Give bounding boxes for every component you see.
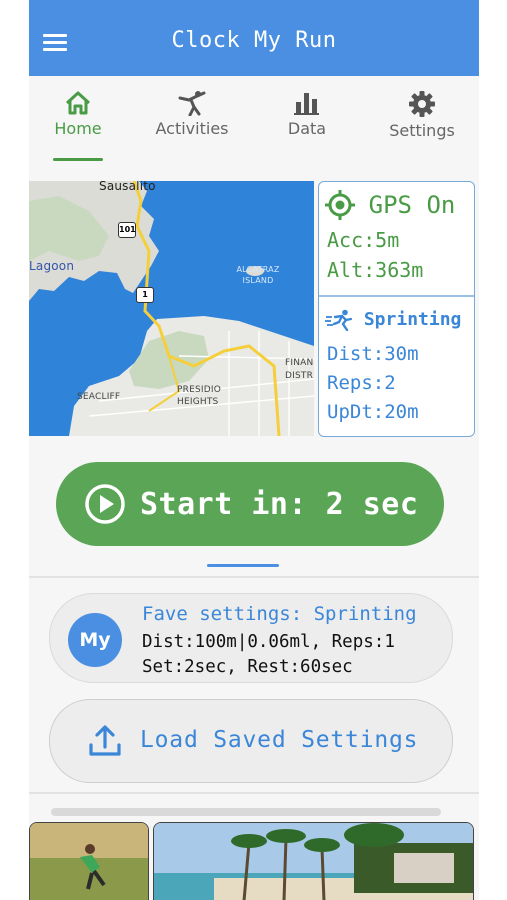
map-label-alcatraz: ALCATRAZ ISLAND	[236, 265, 280, 285]
activity-mode-label: Sprinting	[363, 309, 462, 330]
gps-altitude: Alt:363m	[327, 258, 424, 282]
activities-icon	[178, 91, 206, 116]
activity-mode-row: Sprinting	[325, 309, 462, 332]
photo-thumbnail-runner[interactable]	[29, 822, 149, 900]
avatar: My	[68, 613, 122, 667]
load-saved-settings-button[interactable]: Load Saved Settings	[49, 699, 453, 783]
activity-distance: Dist:30m	[327, 343, 419, 365]
fave-details-line1: Dist:100m|0.06ml, Reps:1	[142, 632, 395, 652]
tab-label-home: Home	[54, 119, 102, 138]
gps-target-icon	[325, 190, 355, 220]
fave-title: Fave settings: Sprinting	[142, 603, 417, 625]
map-graphic	[29, 181, 314, 436]
gps-accuracy: Acc:5m	[327, 228, 400, 252]
tab-label-activities: Activities	[155, 119, 229, 138]
photo-thumbnail-beach[interactable]	[153, 822, 474, 900]
map-label-financial: FINAN DISTR	[285, 358, 314, 381]
photo-section-heading	[51, 808, 441, 816]
gear-icon	[409, 91, 435, 117]
start-button-label: Start in: 2 sec	[140, 486, 419, 522]
tab-bar: Home Activities Data Settings	[29, 80, 479, 170]
map-view[interactable]: Sausalito Lagoon ALCATRAZ ISLAND PRESIDI…	[29, 181, 314, 436]
section-divider	[29, 576, 479, 578]
tab-data[interactable]: Data	[251, 90, 363, 138]
section-divider-2	[29, 792, 479, 794]
home-icon	[65, 91, 91, 115]
runner-photo	[30, 823, 148, 900]
map-label-lagoon: Lagoon	[29, 259, 75, 273]
sprint-icon	[325, 309, 353, 332]
gps-info-panel: GPS On Acc:5m Alt:363m Sprinting Dist:30…	[318, 181, 475, 437]
upload-icon	[89, 725, 121, 756]
fave-details-line2: Set:2sec, Rest:60sec	[142, 657, 353, 677]
highway-shield-101: 101	[118, 222, 136, 238]
drag-handle[interactable]	[207, 564, 279, 567]
load-saved-settings-label: Load Saved Settings	[140, 727, 419, 753]
map-label-sausalito: Sausalito	[99, 181, 156, 193]
activity-update: UpDt:20m	[327, 401, 419, 423]
map-label-seacliff: SEACLIFF	[77, 392, 121, 402]
map-label-presidio: PRESIDIO HEIGHTS	[177, 385, 222, 407]
bar-chart-icon	[294, 93, 319, 115]
beach-photo	[154, 823, 473, 900]
play-circle-icon	[85, 484, 125, 524]
info-divider	[319, 295, 474, 297]
tab-activities[interactable]: Activities	[136, 90, 248, 138]
highway-shield-1: 1	[136, 287, 154, 303]
gps-status-text: GPS On	[368, 191, 456, 219]
gps-status-row: GPS On	[325, 190, 455, 220]
start-button[interactable]: Start in: 2 sec	[56, 462, 444, 546]
app-title: Clock My Run	[171, 28, 337, 53]
tab-home[interactable]: Home	[29, 90, 134, 138]
tab-settings[interactable]: Settings	[366, 90, 478, 140]
tab-label-settings: Settings	[389, 121, 455, 140]
app-screen: Clock My Run Home Activities Data Settin…	[29, 0, 479, 900]
active-tab-indicator	[53, 158, 103, 161]
tab-label-data: Data	[287, 119, 327, 138]
activity-reps: Reps:2	[327, 372, 396, 394]
top-app-bar: Clock My Run	[29, 0, 479, 76]
fave-settings-card[interactable]: My Fave settings: Sprinting Dist:100m|0.…	[49, 593, 453, 683]
